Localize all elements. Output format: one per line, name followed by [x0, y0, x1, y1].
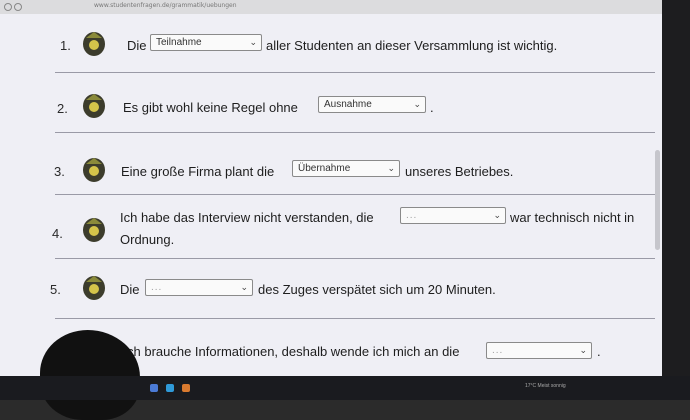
scrollbar-thumb[interactable]	[655, 150, 660, 250]
taskbar: 17°C Meist sonnig	[0, 376, 690, 400]
app-icon[interactable]	[166, 384, 174, 392]
answer-select[interactable]: ... ⌄	[400, 207, 506, 224]
chevron-down-icon: ⌄	[240, 282, 248, 292]
chevron-down-icon: ⌄	[387, 163, 395, 173]
answer-select[interactable]: Teilnahme ⌄	[150, 34, 262, 51]
divider	[55, 258, 655, 259]
divider	[55, 318, 655, 319]
character-icon	[83, 218, 105, 242]
divider	[55, 194, 655, 195]
divider	[55, 132, 655, 133]
question-number: 1.	[60, 38, 71, 53]
screen-bezel	[662, 0, 690, 400]
character-icon	[83, 32, 105, 56]
app-icon[interactable]	[150, 384, 158, 392]
answer-select[interactable]: Ausnahme ⌄	[318, 96, 426, 113]
question-number: 5.	[50, 282, 61, 297]
question-number: 4.	[52, 226, 63, 241]
character-icon	[83, 94, 105, 118]
window-control-icon[interactable]	[4, 3, 12, 11]
question-number: 2.	[57, 101, 68, 116]
question-text-after: des Zuges verspätet sich um 20 Minuten.	[258, 282, 496, 297]
chevron-down-icon: ⌄	[493, 210, 501, 220]
question-text-before: Es gibt wohl keine Regel ohne	[123, 100, 298, 115]
selected-value: ...	[492, 345, 504, 356]
question-text-before: ch brauche Informationen, deshalb wende …	[127, 344, 460, 359]
character-icon	[83, 158, 105, 182]
selected-value: ...	[151, 282, 163, 293]
answer-select[interactable]: Übernahme ⌄	[292, 160, 400, 177]
chevron-down-icon: ⌄	[579, 345, 587, 355]
question-text-after-continued: Ordnung.	[120, 232, 175, 247]
question-text-after: war technisch nicht in	[510, 210, 635, 225]
exercise-page: 1. Die Teilnahme ⌄ aller Studenten an di…	[0, 14, 662, 376]
answer-select[interactable]: ... ⌄	[486, 342, 592, 359]
app-icon[interactable]	[182, 384, 190, 392]
answer-select[interactable]: ... ⌄	[145, 279, 253, 296]
question-text-after: .	[430, 100, 434, 115]
selected-value: Teilnahme	[156, 37, 202, 48]
question-text-after: .	[597, 344, 601, 359]
question-text-before: Eine große Firma plant die	[121, 164, 275, 179]
selected-value: Übernahme	[298, 163, 351, 174]
window-control-icon[interactable]	[14, 3, 22, 11]
browser-title-bar: www.studentenfragen.de/grammatik/uebunge…	[0, 0, 690, 14]
divider	[55, 72, 655, 73]
question-text-before: Ich habe das Interview nicht verstanden,…	[120, 210, 374, 225]
question-text-before: Die	[120, 282, 140, 297]
character-icon	[83, 276, 105, 300]
question-text-after: unseres Betriebes.	[405, 164, 514, 179]
question-text-after: aller Studenten an dieser Versammlung is…	[266, 38, 558, 53]
address-bar[interactable]: www.studentenfragen.de/grammatik/uebunge…	[94, 2, 237, 9]
question-text-before: Die	[127, 38, 147, 53]
chevron-down-icon: ⌄	[413, 99, 421, 109]
question-number: 3.	[54, 164, 65, 179]
selected-value: Ausnahme	[324, 99, 372, 110]
chevron-down-icon: ⌄	[249, 37, 257, 47]
selected-value: ...	[406, 210, 418, 221]
weather-status[interactable]: 17°C Meist sonnig	[525, 383, 566, 389]
foreground-obstruction	[40, 330, 140, 420]
